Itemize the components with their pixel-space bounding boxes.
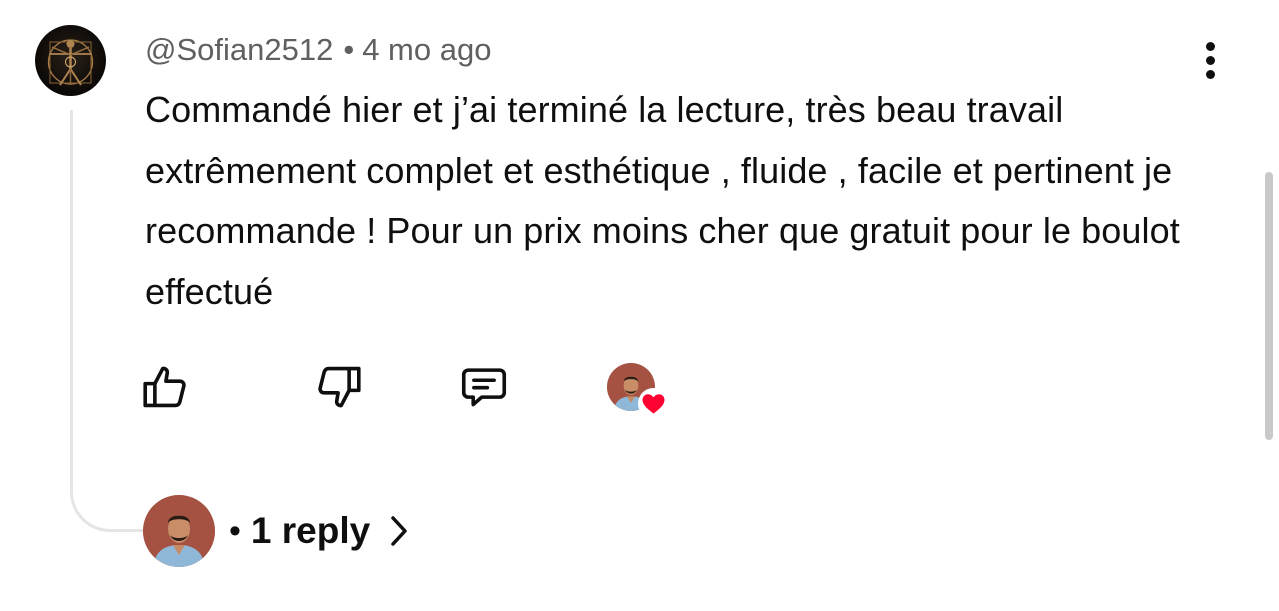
more-options-button[interactable] xyxy=(1196,40,1226,82)
thumbs-down-icon xyxy=(318,366,361,408)
reply-thread-line xyxy=(70,110,144,532)
creator-avatar xyxy=(143,495,215,567)
commenter-avatar[interactable] xyxy=(35,25,106,96)
comment-text: Commandé hier et j’ai terminé la lecture… xyxy=(145,89,1180,312)
thumbs-up-icon xyxy=(143,366,186,408)
creator-heart xyxy=(607,363,669,419)
reply-count-label: 1 reply xyxy=(250,510,371,551)
creator-photo-icon xyxy=(143,495,215,567)
more-dot-icon xyxy=(1206,70,1215,79)
header-separator: • xyxy=(343,32,355,67)
comment-timestamp[interactable]: 4 mo ago xyxy=(362,32,491,67)
more-dot-icon xyxy=(1206,42,1215,51)
reply-button[interactable] xyxy=(457,360,511,414)
dislike-button[interactable] xyxy=(312,360,366,414)
like-button[interactable] xyxy=(138,360,192,414)
replies-separator: • xyxy=(229,511,241,550)
author-handle[interactable]: @Sofian2512 xyxy=(145,32,333,67)
chevron-right-icon xyxy=(391,516,407,546)
comment-header: @Sofian2512 • 4 mo ago xyxy=(145,28,491,72)
vitruvian-logo-icon xyxy=(47,39,94,86)
heart-icon xyxy=(638,388,669,419)
comment-icon xyxy=(461,368,507,407)
more-dot-icon xyxy=(1206,56,1215,65)
scrollbar[interactable] xyxy=(1265,172,1273,440)
replies-button[interactable]: • 1 reply xyxy=(143,495,410,567)
